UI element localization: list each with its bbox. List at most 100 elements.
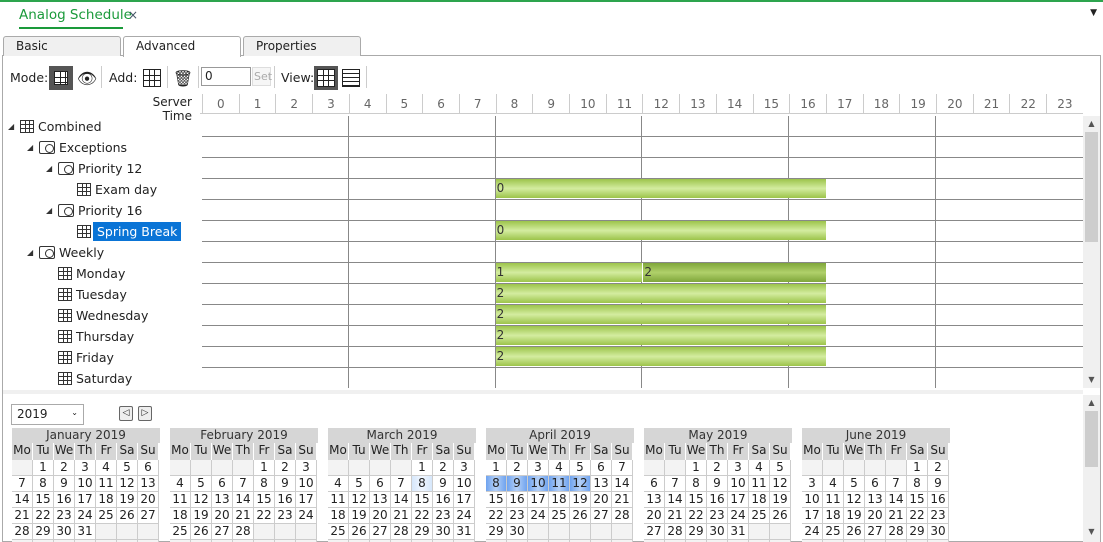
calendar-scroll-thumb[interactable] (1085, 411, 1098, 467)
set-button[interactable]: Set (252, 67, 272, 86)
day-cell[interactable]: 28 (665, 524, 686, 540)
day-cell[interactable]: 2 (928, 460, 949, 476)
day-cell[interactable]: 20 (370, 508, 391, 524)
day-cell[interactable]: 9 (507, 476, 528, 492)
scroll-down-icon[interactable]: ▼ (1083, 372, 1100, 388)
day-cell[interactable]: 29 (33, 524, 54, 540)
day-cell[interactable]: 25 (823, 524, 844, 540)
day-cell[interactable]: 24 (454, 508, 475, 524)
day-cell[interactable]: 16 (928, 492, 949, 508)
grid-scroll-thumb[interactable] (1085, 132, 1098, 242)
day-cell[interactable]: 21 (886, 508, 907, 524)
day-cell[interactable]: 2 (707, 460, 728, 476)
day-cell[interactable]: 20 (212, 508, 233, 524)
tab-basic[interactable]: Basic (3, 36, 121, 56)
day-cell[interactable]: 10 (528, 476, 549, 492)
add-schedule-icon[interactable] (140, 66, 164, 90)
day-cell[interactable]: 16 (507, 492, 528, 508)
day-cell[interactable]: 17 (296, 492, 317, 508)
day-cell[interactable]: 1 (907, 460, 928, 476)
day-cell[interactable]: 12 (570, 476, 591, 492)
day-cell[interactable]: 16 (433, 492, 454, 508)
day-cell[interactable]: 11 (170, 492, 191, 508)
schedule-bar[interactable]: 2 (495, 326, 826, 345)
day-cell[interactable]: 24 (802, 524, 823, 540)
day-cell[interactable]: 22 (412, 508, 433, 524)
tab-properties[interactable]: Properties (243, 36, 361, 56)
day-cell[interactable]: 3 (528, 460, 549, 476)
day-cell[interactable]: 11 (823, 492, 844, 508)
day-cell[interactable]: 27 (212, 524, 233, 540)
day-cell[interactable]: 19 (770, 492, 791, 508)
day-cell[interactable]: 1 (33, 460, 54, 476)
day-cell[interactable]: 7 (665, 476, 686, 492)
day-cell[interactable]: 17 (528, 492, 549, 508)
day-cell[interactable]: 2 (275, 460, 296, 476)
day-cell[interactable]: 26 (349, 524, 370, 540)
day-cell[interactable]: 9 (54, 476, 75, 492)
day-cell[interactable]: 12 (191, 492, 212, 508)
day-cell[interactable]: 24 (75, 508, 96, 524)
day-cell[interactable]: 29 (486, 524, 507, 540)
day-cell[interactable]: 17 (454, 492, 475, 508)
day-cell[interactable]: 11 (328, 492, 349, 508)
day-cell[interactable]: 5 (570, 460, 591, 476)
day-cell[interactable]: 7 (886, 476, 907, 492)
day-cell[interactable]: 8 (33, 476, 54, 492)
day-cell[interactable]: 31 (454, 524, 475, 540)
day-cell[interactable]: 4 (170, 476, 191, 492)
list-view-icon[interactable] (339, 66, 363, 90)
day-cell[interactable]: 6 (138, 460, 159, 476)
day-cell[interactable]: 14 (612, 476, 633, 492)
day-cell[interactable]: 23 (433, 508, 454, 524)
day-cell[interactable]: 19 (349, 508, 370, 524)
day-cell[interactable]: 18 (170, 508, 191, 524)
schedule-bar[interactable]: 2 (642, 263, 826, 282)
day-cell[interactable]: 12 (349, 492, 370, 508)
day-cell[interactable]: 28 (391, 524, 412, 540)
day-cell[interactable]: 1 (686, 460, 707, 476)
day-cell[interactable]: 20 (138, 492, 159, 508)
day-cell[interactable]: 1 (486, 460, 507, 476)
day-cell[interactable]: 20 (644, 508, 665, 524)
day-cell[interactable]: 19 (191, 508, 212, 524)
day-cell[interactable]: 14 (886, 492, 907, 508)
edit-mode-icon[interactable] (49, 66, 73, 90)
expand-triangle-icon[interactable]: ◢ (46, 206, 58, 215)
expand-triangle-icon[interactable]: ◢ (27, 248, 39, 257)
day-cell[interactable]: 6 (644, 476, 665, 492)
day-cell[interactable]: 18 (749, 492, 770, 508)
scroll-down-icon[interactable]: ▼ (1083, 524, 1100, 540)
day-cell[interactable]: 15 (486, 492, 507, 508)
day-cell[interactable]: 2 (507, 460, 528, 476)
day-cell[interactable]: 10 (296, 476, 317, 492)
day-cell[interactable]: 22 (686, 508, 707, 524)
next-year-button[interactable]: ▷ (138, 406, 152, 421)
day-cell[interactable]: 25 (328, 524, 349, 540)
day-cell[interactable]: 7 (12, 476, 33, 492)
day-cell[interactable]: 6 (591, 460, 612, 476)
day-cell[interactable]: 26 (844, 524, 865, 540)
day-cell[interactable]: 19 (117, 492, 138, 508)
day-cell[interactable]: 30 (433, 524, 454, 540)
day-cell[interactable]: 19 (844, 508, 865, 524)
day-cell[interactable]: 27 (591, 508, 612, 524)
day-cell[interactable]: 15 (33, 492, 54, 508)
day-cell[interactable]: 13 (370, 492, 391, 508)
day-cell[interactable]: 7 (612, 460, 633, 476)
view-mode-eye-icon[interactable]: 👁 (75, 66, 99, 90)
tree-item[interactable]: Tuesday (46, 284, 127, 305)
day-cell[interactable]: 7 (233, 476, 254, 492)
day-cell[interactable]: 3 (296, 460, 317, 476)
day-cell[interactable]: 10 (454, 476, 475, 492)
day-cell[interactable]: 16 (707, 492, 728, 508)
day-cell[interactable]: 15 (907, 492, 928, 508)
day-cell[interactable]: 26 (570, 508, 591, 524)
day-cell[interactable]: 9 (275, 476, 296, 492)
day-cell[interactable]: 8 (686, 476, 707, 492)
splitter[interactable] (3, 390, 1083, 394)
day-cell[interactable]: 28 (886, 524, 907, 540)
day-cell[interactable]: 23 (275, 508, 296, 524)
day-cell[interactable]: 5 (770, 460, 791, 476)
day-cell[interactable]: 18 (328, 508, 349, 524)
